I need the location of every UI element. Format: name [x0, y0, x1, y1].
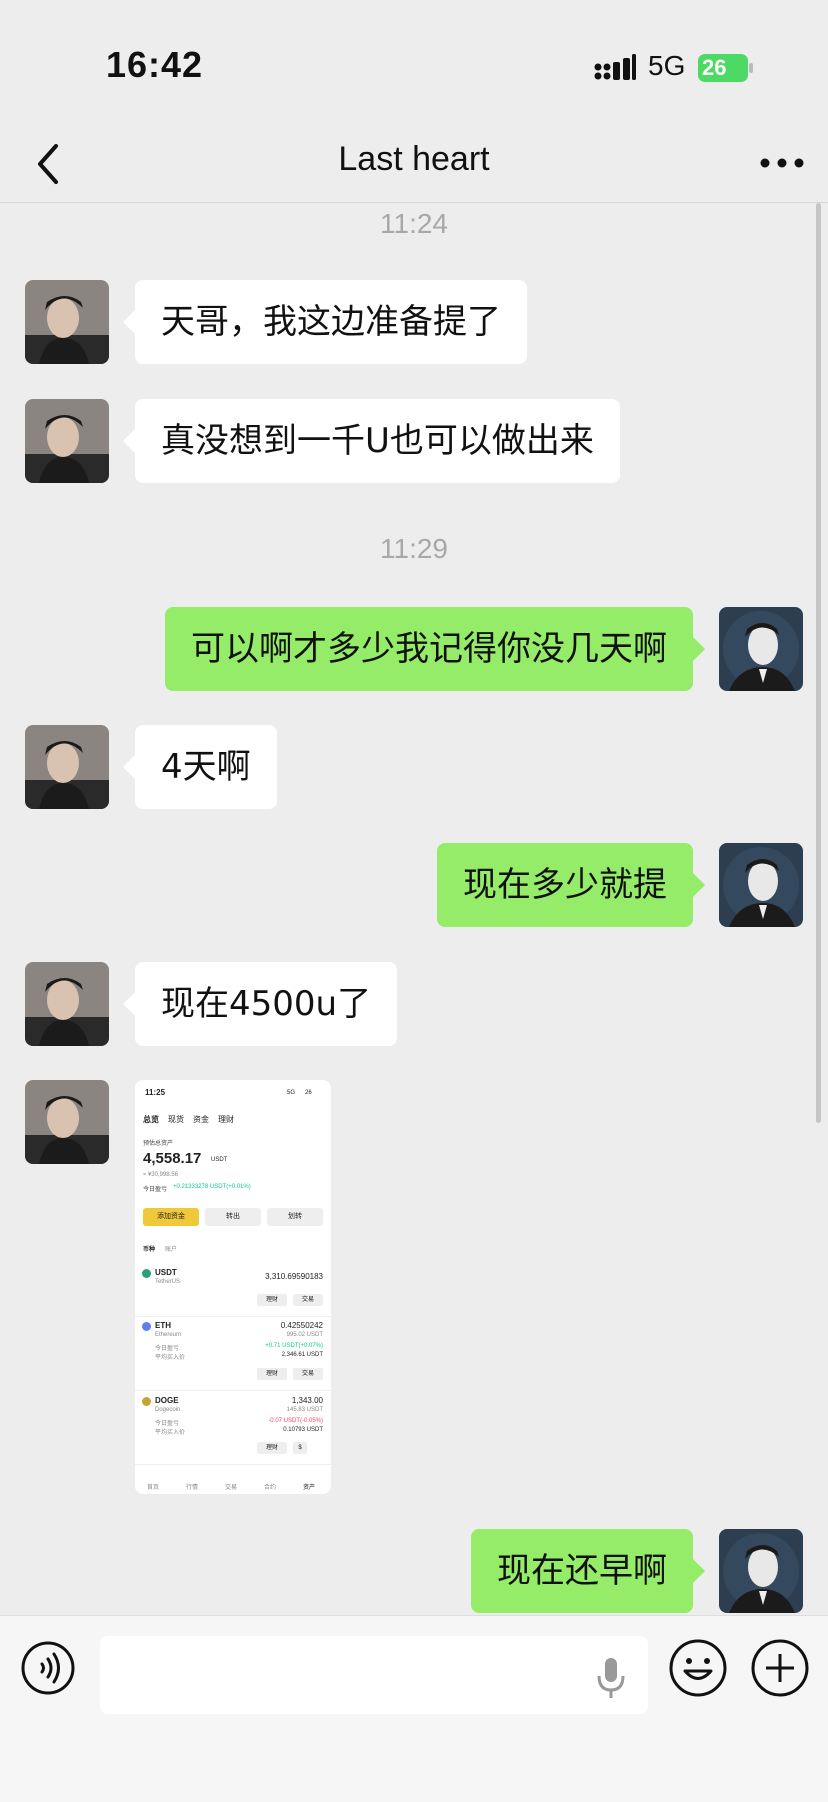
- signal-icon: [594, 54, 636, 80]
- shot-total-unit: USDT: [211, 1157, 228, 1163]
- shot-battery: 26: [305, 1090, 312, 1096]
- contact-avatar[interactable]: [25, 962, 109, 1046]
- chat-title: Last heart: [338, 140, 490, 178]
- status-time: 16:42: [106, 44, 204, 85]
- shot-nav-item: 资产: [303, 1485, 316, 1491]
- shot-coin-cost: 2,346.61 USDT: [281, 1352, 323, 1358]
- contact-avatar[interactable]: [25, 1080, 109, 1164]
- more-options-icon[interactable]: [758, 156, 806, 170]
- image-message[interactable]: 11:25 5G 26 总览 现货 资金 理财 预估总资产 4,558.17 U…: [135, 1080, 331, 1494]
- microphone-icon[interactable]: [596, 1656, 626, 1700]
- shot-pnl-value: +0.21333278 USDT(+0.01%): [173, 1184, 251, 1190]
- shot-total-cny: ≈ ¥30,998.56: [143, 1172, 178, 1178]
- shot-coin-name: Dogecoin: [155, 1407, 181, 1413]
- shot-tab: 现货: [168, 1115, 184, 1124]
- shot-list-tab: 币种: [143, 1247, 156, 1253]
- shot-coin-pnl: +0.71 USDT(+0.07%): [265, 1343, 323, 1349]
- message-bubble[interactable]: 天哥，我这边准备提了: [123, 280, 527, 364]
- shot-coin-action: $: [293, 1442, 307, 1454]
- shot-coin-symbol: DOGE: [155, 1396, 179, 1405]
- shot-coin-action: 交易: [293, 1368, 323, 1380]
- shot-transfer-button: 划转: [267, 1208, 323, 1226]
- shot-coin-cost: 0.10793 USDT: [283, 1427, 323, 1433]
- shot-coin-name: TetherUS: [155, 1279, 181, 1285]
- shot-coin-sub: 995.02 USDT: [286, 1332, 323, 1338]
- message-bubble[interactable]: 现在4500u了: [122, 962, 398, 1046]
- shot-coin-symbol: ETH: [155, 1321, 171, 1330]
- message-bubble[interactable]: 真没想到一千U也可以做出来: [123, 399, 620, 483]
- shot-coin-icon: [142, 1322, 151, 1331]
- shot-pnl-label: 今日盈亏: [143, 1187, 168, 1193]
- shot-tab: 理财: [218, 1115, 234, 1124]
- contact-avatar[interactable]: [25, 725, 109, 809]
- shot-coin-action: 理财: [257, 1294, 287, 1306]
- voice-mode-icon[interactable]: [20, 1640, 76, 1696]
- shot-add-funds-button: 添加资金: [143, 1208, 199, 1226]
- message-input[interactable]: [100, 1636, 648, 1714]
- timestamp: 11:29: [380, 533, 448, 564]
- shot-nav-item: 行情: [186, 1485, 199, 1491]
- status-bar: 16:42 5G 26: [0, 0, 828, 130]
- shot-coin-symbol: USDT: [155, 1268, 177, 1277]
- message-list[interactable]: 11:24 天哥，我这边准备提了 真没想到一千U也可以做出来 11:29 可以啊…: [0, 203, 828, 1615]
- shot-coin-action: 理财: [257, 1368, 287, 1380]
- user-avatar[interactable]: [719, 843, 803, 927]
- user-avatar[interactable]: [719, 1529, 803, 1613]
- shot-coin-icon: [142, 1397, 151, 1406]
- shot-coin-name: Ethereum: [155, 1332, 182, 1338]
- message-bubble[interactable]: 4天啊: [123, 725, 277, 809]
- shot-coin-action: 交易: [293, 1294, 323, 1306]
- shot-coin-icon: [142, 1269, 151, 1278]
- battery-icon: 26: [698, 54, 754, 82]
- shot-withdraw-button: 转出: [205, 1208, 261, 1226]
- shot-tab: 总览: [143, 1115, 159, 1124]
- shot-estimated-label: 预估总资产: [143, 1141, 174, 1147]
- shot-coin-cost-label: 平均买入价: [155, 1355, 186, 1361]
- shot-coin-amount: 0.42550242: [280, 1321, 323, 1330]
- shot-coin-amount: 3,310.69590183: [265, 1272, 323, 1281]
- shot-nav-item: 合约: [264, 1485, 277, 1491]
- contact-avatar[interactable]: [25, 399, 109, 483]
- user-avatar[interactable]: [719, 607, 803, 691]
- message-bubble[interactable]: 现在多少就提: [437, 843, 705, 927]
- shot-coin-pnl: -0.07 USDT(-0.05%): [268, 1418, 323, 1424]
- shot-time: 11:25: [145, 1088, 166, 1097]
- plus-icon[interactable]: [750, 1638, 810, 1698]
- emoji-icon[interactable]: [668, 1638, 728, 1698]
- input-bar: [0, 1615, 828, 1802]
- divider: [135, 1316, 331, 1317]
- shot-total: 4,558.17: [143, 1150, 202, 1167]
- shot-network: 5G: [287, 1090, 296, 1096]
- shot-list-tab: 账户: [165, 1247, 178, 1253]
- message-bubble[interactable]: 现在还早啊: [471, 1529, 705, 1613]
- timestamp: 11:24: [380, 208, 448, 239]
- shot-nav-item: 首页: [147, 1485, 160, 1491]
- shot-coin-action: 理财: [257, 1442, 287, 1454]
- chat-header: Last heart: [0, 130, 828, 203]
- shot-coin-cost-label: 平均买入价: [155, 1430, 186, 1436]
- shot-coin-pnl-label: 今日盈亏: [155, 1421, 180, 1427]
- divider: [135, 1464, 331, 1465]
- network-type: 5G: [648, 50, 686, 81]
- scrollbar[interactable]: [816, 203, 821, 1123]
- shot-coin-pnl-label: 今日盈亏: [155, 1346, 180, 1352]
- divider: [135, 1390, 331, 1391]
- message-bubble[interactable]: 可以啊才多少我记得你没几天啊: [165, 607, 705, 691]
- shot-coin-amount: 1,343.00: [291, 1396, 323, 1405]
- shot-tab: 资金: [193, 1115, 209, 1124]
- battery-level: 26: [702, 55, 727, 80]
- shot-nav-item: 交易: [225, 1485, 238, 1491]
- shot-coin-sub: 145.83 USDT: [286, 1407, 323, 1413]
- contact-avatar[interactable]: [25, 280, 109, 364]
